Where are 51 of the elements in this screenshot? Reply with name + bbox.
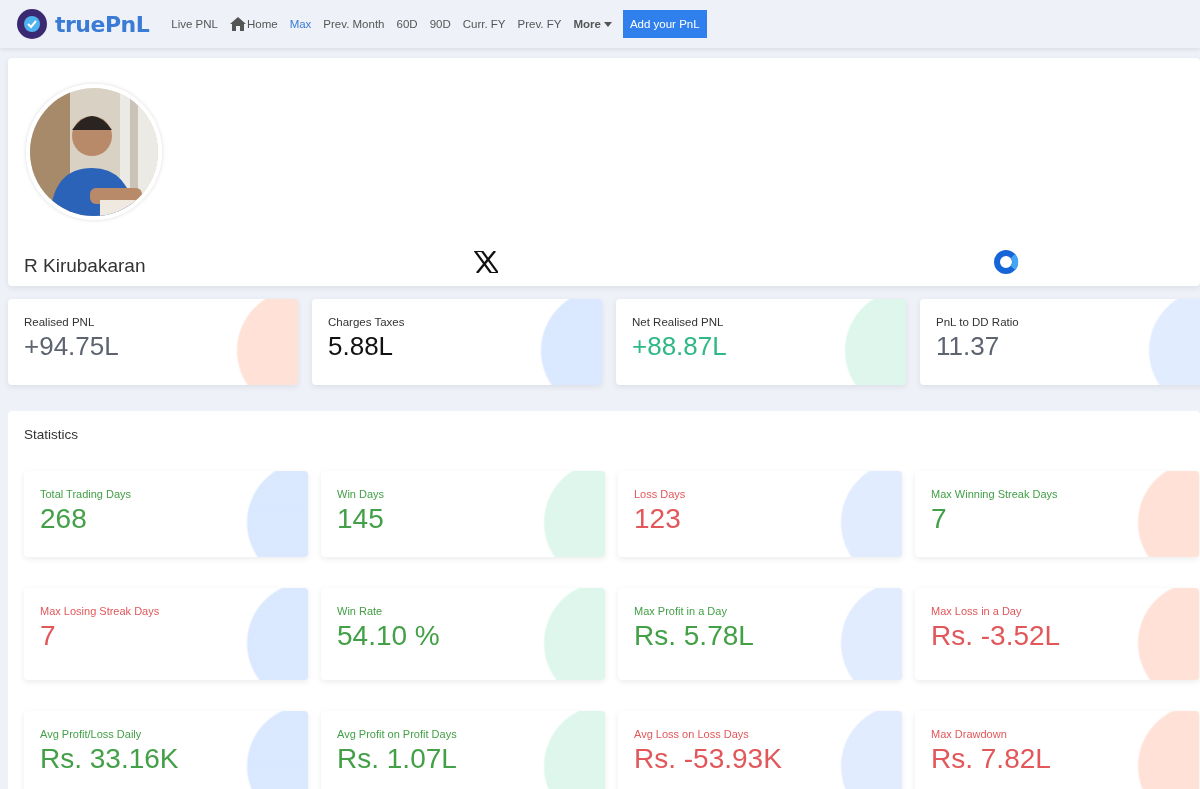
nav-dropdown[interactable]: More	[568, 12, 617, 36]
add-pnl-button[interactable]: Add your PnL	[622, 10, 707, 38]
card-value: Rs. 5.78L	[634, 621, 755, 652]
card-value: Rs. 7.82L	[931, 744, 1052, 775]
card-label: Avg Loss on Loss Days	[634, 728, 750, 740]
card-label: Max Loss in a Day	[931, 605, 1023, 617]
card-label: Charges Taxes	[328, 316, 406, 328]
card-label: Net Realised PNL	[632, 316, 725, 328]
caret-icon	[603, 21, 612, 27]
nav-link[interactable]: Live PNL	[166, 12, 223, 36]
x-logo-icon[interactable]	[474, 251, 498, 273]
card-value: 123	[634, 504, 682, 535]
logo-icon	[17, 9, 47, 39]
card-value: Rs. -53.93K	[634, 744, 783, 775]
ring-icon[interactable]	[993, 249, 1019, 275]
profile-name: R Kirubakaran	[24, 255, 146, 277]
nav-link[interactable]: 60D	[391, 12, 423, 36]
card-label: Loss Days	[634, 488, 687, 500]
card-label: Max Winning Streak Days	[931, 488, 1059, 500]
nav-link[interactable]: Prev. FY	[512, 12, 567, 36]
card-value: Rs. 33.16K	[40, 744, 180, 775]
card-value: +88.87L	[632, 332, 728, 361]
section-title: Statistics	[24, 427, 78, 442]
card-value: 54.10 %	[337, 621, 441, 652]
card-value: +94.75L	[24, 332, 120, 361]
card-label: Win Days	[337, 488, 386, 500]
nav-link[interactable]: Prev. Month	[318, 12, 390, 36]
card-value: Rs. -3.52L	[931, 621, 1062, 652]
card-value: 268	[40, 504, 88, 535]
card-value: 11.37	[936, 332, 1001, 361]
card-label: PnL to DD Ratio	[936, 316, 1020, 328]
card-label: Max Profit in a Day	[634, 605, 728, 617]
nav-link[interactable]: Home	[224, 11, 283, 37]
brand-name: truePnL	[55, 11, 150, 37]
card-label: Total Trading Days	[40, 488, 133, 500]
card-label: Avg Profit on Profit Days	[337, 728, 458, 740]
nav-link[interactable]: Max	[284, 12, 317, 36]
house-icon	[229, 17, 246, 31]
card-label: Max Drawdown	[931, 728, 1008, 740]
card-value: 5.88L	[328, 332, 395, 361]
brand-logo[interactable]: truePnL	[12, 3, 155, 45]
nav-link[interactable]: 90D	[424, 12, 456, 36]
card-label: Max Losing Streak Days	[40, 605, 161, 617]
card-label: Win Rate	[337, 605, 384, 617]
card-value: 145	[337, 504, 385, 535]
card-value: Rs. 1.07L	[337, 744, 458, 775]
card-label: Realised PNL	[24, 316, 96, 328]
card-value: 7	[931, 504, 948, 535]
card-label: Avg Profit/Loss Daily	[40, 728, 143, 740]
card-value: 7	[40, 621, 57, 652]
nav-link[interactable]: Curr. FY	[457, 12, 511, 36]
